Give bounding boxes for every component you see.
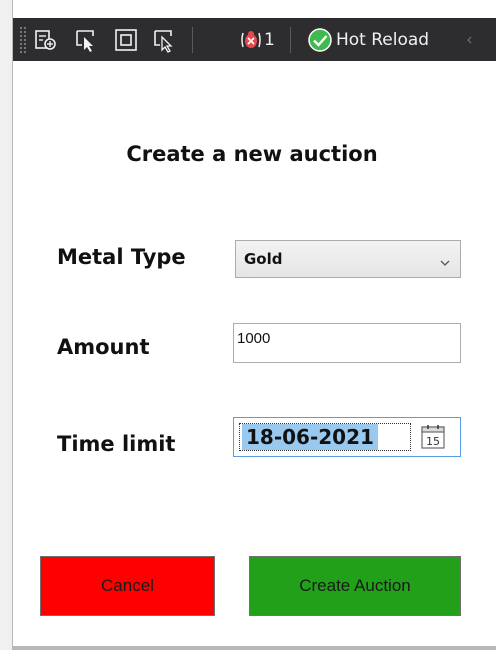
go-to-live-visual-tree-icon[interactable] [32,27,58,53]
metal-type-label: Metal Type [57,245,186,269]
page-title: Create a new auction [126,142,378,166]
time-limit-date-value[interactable]: 18-06-2021 [242,424,378,450]
toolbar-separator [290,27,291,53]
time-limit-datepicker[interactable]: 18-06-2021 15 [233,417,461,457]
select-element-icon[interactable] [73,27,99,53]
metal-type-selected-value: Gold [244,250,283,268]
calendar-icon[interactable]: 15 [420,424,446,450]
create-auction-button[interactable]: Create Auction [249,556,461,616]
binding-failures-bug-icon[interactable] [238,27,264,53]
calendar-day: 15 [426,435,440,448]
chevron-down-icon [440,253,450,266]
window-border-bottom [12,646,496,650]
auction-window: 1 Hot Reload ‹ Create a new auction Meta… [0,0,496,650]
hot-reload-check-icon [307,27,333,53]
binding-failures-count[interactable]: 1 [264,28,275,52]
toolbar-grip[interactable] [19,26,27,54]
metal-type-dropdown[interactable]: Gold [235,240,461,278]
amount-label: Amount [57,335,150,359]
window-border-left [12,0,13,650]
chevron-left-icon[interactable]: ‹ [466,28,473,52]
cancel-button[interactable]: Cancel [40,556,215,616]
window-frame-left [0,0,12,650]
display-layout-adorners-icon[interactable] [113,27,139,53]
hot-reload-label[interactable]: Hot Reload [336,28,429,52]
amount-input[interactable]: 1000 [233,323,461,363]
time-limit-label: Time limit [57,432,176,456]
toolbar-separator [192,27,193,53]
track-focused-element-icon[interactable] [151,27,177,53]
